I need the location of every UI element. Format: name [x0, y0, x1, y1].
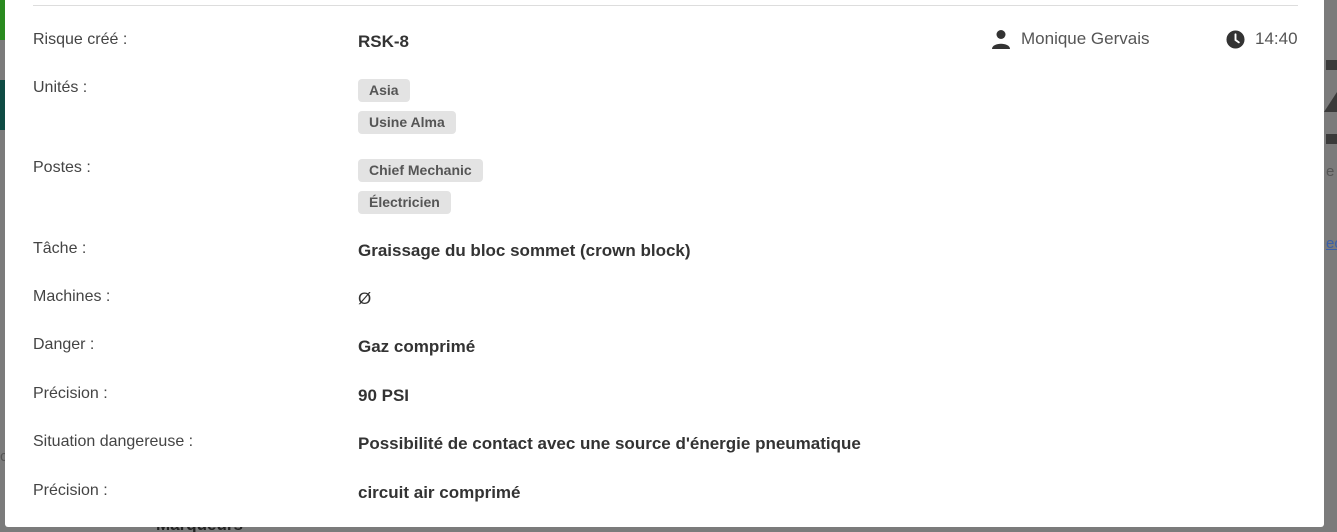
timestamp-info: 14:40	[1226, 28, 1298, 50]
danger-precision-label: Précision :	[33, 385, 108, 402]
units-tags: Asia Usine Alma	[358, 79, 456, 143]
position-tag: Chief Mechanic	[358, 159, 483, 182]
units-label: Unités :	[33, 79, 88, 96]
situation-label: Situation dangereuse :	[33, 433, 194, 450]
danger-label: Danger :	[33, 336, 95, 353]
risk-detail-modal: Monique Gervais 14:40 Risque créé : RSK-…	[5, 0, 1324, 527]
machines-label: Machines :	[33, 288, 111, 305]
clock-icon	[1226, 29, 1245, 49]
positions-label: Postes :	[33, 159, 91, 176]
risk-id: RSK-8	[358, 32, 410, 51]
background-chevron-icon	[1324, 92, 1337, 112]
unit-tag: Asia	[358, 79, 410, 102]
danger-precision-value: 90 PSI	[358, 386, 410, 405]
background-element	[1326, 134, 1337, 144]
situation-precision-label: Précision :	[33, 482, 108, 499]
unit-tag: Usine Alma	[358, 111, 456, 134]
position-tag: Électricien	[358, 191, 451, 214]
situation-precision-value: circuit air comprimé	[358, 483, 521, 502]
positions-tags: Chief Mechanic Électricien	[358, 159, 483, 223]
risk-label: Risque créé :	[33, 31, 128, 48]
timestamp: 14:40	[1255, 29, 1298, 48]
task-label: Tâche :	[33, 240, 87, 257]
background-element	[1326, 60, 1337, 70]
background-link: ec	[1326, 235, 1337, 252]
author-name: Monique Gervais	[1021, 29, 1150, 48]
task-value: Graissage du bloc sommet (crown block)	[358, 241, 691, 260]
user-icon	[991, 29, 1011, 49]
danger-value: Gaz comprimé	[358, 337, 476, 356]
author-info: Monique Gervais	[991, 28, 1150, 50]
machines-value: Ø	[358, 289, 372, 308]
divider	[33, 5, 1298, 6]
situation-value: Possibilité de contact avec une source d…	[358, 434, 861, 453]
background-text: e	[1326, 163, 1335, 180]
